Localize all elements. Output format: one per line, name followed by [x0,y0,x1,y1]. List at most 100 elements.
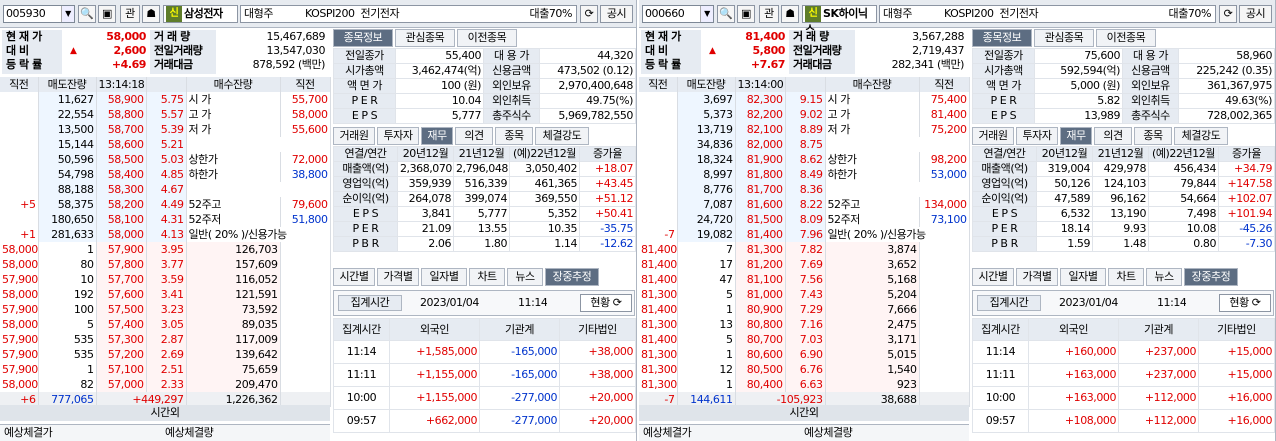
bid-row[interactable]: 81,400 7 81,300 7.82 3,874 [639,242,970,257]
disclosure-button[interactable]: 공시 [600,5,633,23]
status-button[interactable]: 현황 ⟳ [1219,294,1271,312]
memo-button[interactable]: ▣ [98,5,116,23]
refresh-button[interactable]: ⟳ [580,5,598,23]
ask-price[interactable]: 58,600 [96,137,147,152]
ask-price[interactable]: 58,400 [96,167,147,182]
chevron-down-icon[interactable]: ▼ [61,6,74,22]
bid-price[interactable]: 57,600 [96,287,147,302]
stock-name[interactable]: 신 삼성전자 [163,5,238,23]
tab-tabs2-0[interactable]: 거래원 [972,127,1014,145]
tab-tabs2-5[interactable]: 체결강도 [1174,127,1228,145]
ask-price[interactable]: 58,500 [96,152,147,167]
bid-row[interactable]: 58,000 5 57,400 3.05 89,035 [0,317,331,332]
status-button[interactable]: 현황 ⟳ [580,294,632,312]
chevron-down-icon[interactable]: ▼ [700,6,713,22]
bid-price[interactable]: 80,500 [735,362,786,377]
tab-tabs2-0[interactable]: 거래원 [333,127,375,145]
bid-price[interactable]: 57,900 [96,242,147,257]
ask-row[interactable]: 13,719 82,100 8.89 저 가 75,200 [639,122,970,137]
bid-row[interactable]: 58,000 82 57,000 2.33 209,470 [0,377,331,392]
ask-row[interactable]: 22,554 58,800 5.57 고 가 58,000 [0,107,331,122]
bid-price[interactable]: 80,600 [735,347,786,362]
tab-tabs1-1[interactable]: 관심종목 [395,29,455,47]
bid-row[interactable]: 81,300 5 81,000 7.43 5,204 [639,287,970,302]
tab-tabs3-3[interactable]: 차트 [469,268,505,286]
bid-row[interactable]: 58,000 1 57,900 3.95 126,703 [0,242,331,257]
bid-row[interactable]: 57,900 10 57,700 3.59 116,052 [0,272,331,287]
tab-tabs3-0[interactable]: 시간별 [333,268,375,286]
ask-row[interactable]: 5,373 82,200 9.02 고 가 81,400 [639,107,970,122]
ask-price[interactable]: 81,400 [735,227,786,242]
tab-tabs1-1[interactable]: 관심종목 [1034,29,1094,47]
tab-tabs3-4[interactable]: 뉴스 [507,268,543,286]
bid-row[interactable]: 57,900 535 57,200 2.69 139,642 [0,347,331,362]
bid-row[interactable]: 81,300 1 80,600 6.90 5,015 [639,347,970,362]
ask-price[interactable]: 82,300 [735,92,786,107]
tab-tabs1-0[interactable]: 종목정보 [972,29,1032,47]
tab-tabs3-0[interactable]: 시간별 [972,268,1014,286]
tab-tabs2-1[interactable]: 투자자 [377,127,419,145]
tab-tabs1-2[interactable]: 이전종목 [457,29,517,47]
ask-price[interactable]: 82,000 [735,137,786,152]
user-button[interactable]: ☗ [142,5,160,23]
bid-price[interactable]: 57,500 [96,302,147,317]
ask-price[interactable]: 58,000 [96,227,147,242]
ask-price[interactable]: 58,700 [96,122,147,137]
ask-price[interactable]: 81,900 [735,152,786,167]
bid-price[interactable]: 81,000 [735,287,786,302]
bid-row[interactable]: 58,000 80 57,800 3.77 157,609 [0,257,331,272]
interest-button[interactable]: 관 [120,5,140,23]
bid-price[interactable]: 80,700 [735,332,786,347]
bid-price[interactable]: 81,200 [735,257,786,272]
bid-price[interactable]: 80,900 [735,302,786,317]
ask-price[interactable]: 82,100 [735,122,786,137]
ask-row[interactable]: 50,596 58,500 5.03 상한가 72,000 [0,152,331,167]
ask-row[interactable]: 15,144 58,600 5.21 [0,137,331,152]
tab-tabs2-3[interactable]: 의견 [455,127,493,145]
after-hours-label[interactable]: 시간외 [0,405,330,421]
ask-row[interactable]: 34,836 82,000 8.75 [639,137,970,152]
tab-tabs3-5[interactable]: 장중추정 [545,268,599,286]
tab-tabs2-1[interactable]: 투자자 [1016,127,1058,145]
bid-price[interactable]: 57,000 [96,377,147,392]
tab-tabs3-2[interactable]: 일자별 [421,268,467,286]
tab-tabs3-3[interactable]: 차트 [1108,268,1144,286]
stock-code-input[interactable]: 005930 ▼ [3,5,75,23]
ask-price[interactable]: 82,200 [735,107,786,122]
bid-price[interactable]: 80,800 [735,317,786,332]
bid-row[interactable]: 58,000 192 57,600 3.41 121,591 [0,287,331,302]
tab-tabs1-0[interactable]: 종목정보 [333,29,393,47]
ask-price[interactable]: 58,200 [96,197,147,212]
search-button[interactable]: 🔍 [717,5,735,23]
ask-price[interactable]: 58,300 [96,182,147,197]
bid-price[interactable]: 57,300 [96,332,147,347]
tab-tabs3-4[interactable]: 뉴스 [1146,268,1182,286]
interest-button[interactable]: 관 [759,5,779,23]
memo-button[interactable]: ▣ [737,5,755,23]
search-button[interactable]: 🔍 [78,5,96,23]
bid-row[interactable]: 81,300 12 80,500 6.76 1,540 [639,362,970,377]
ask-row[interactable]: 54,798 58,400 4.85 하한가 38,800 [0,167,331,182]
ask-price[interactable]: 58,900 [96,92,147,107]
bid-row[interactable]: 57,900 100 57,500 3.23 73,592 [0,302,331,317]
user-button[interactable]: ☗ [781,5,799,23]
tab-tabs2-5[interactable]: 체결강도 [535,127,589,145]
tab-tabs2-4[interactable]: 종목 [1134,127,1172,145]
ask-row[interactable]: 3,697 82,300 9.15 시 가 75,400 [639,92,970,107]
ask-price[interactable]: 81,800 [735,167,786,182]
bid-price[interactable]: 57,400 [96,317,147,332]
ask-row[interactable]: +1 281,633 58,000 4.13 일반( 20% )/신용가능 [0,227,331,242]
refresh-button[interactable]: ⟳ [1219,5,1237,23]
tab-tabs2-2[interactable]: 재무 [1060,127,1092,145]
bid-row[interactable]: 81,300 13 80,800 7.16 2,475 [639,317,970,332]
disclosure-button[interactable]: 공시 [1239,5,1272,23]
stock-name[interactable]: 신SK하이닉스 [802,5,877,36]
bid-price[interactable]: 57,800 [96,257,147,272]
ask-row[interactable]: 18,324 81,900 8.62 상한가 98,200 [639,152,970,167]
tab-tabs2-4[interactable]: 종목 [495,127,533,145]
bid-price[interactable]: 57,200 [96,347,147,362]
bid-row[interactable]: 57,900 535 57,300 2.87 117,009 [0,332,331,347]
tab-tabs3-2[interactable]: 일자별 [1060,268,1106,286]
bid-price[interactable]: 81,300 [735,242,786,257]
ask-row[interactable]: 24,720 81,500 8.09 52주저 73,100 [639,212,970,227]
